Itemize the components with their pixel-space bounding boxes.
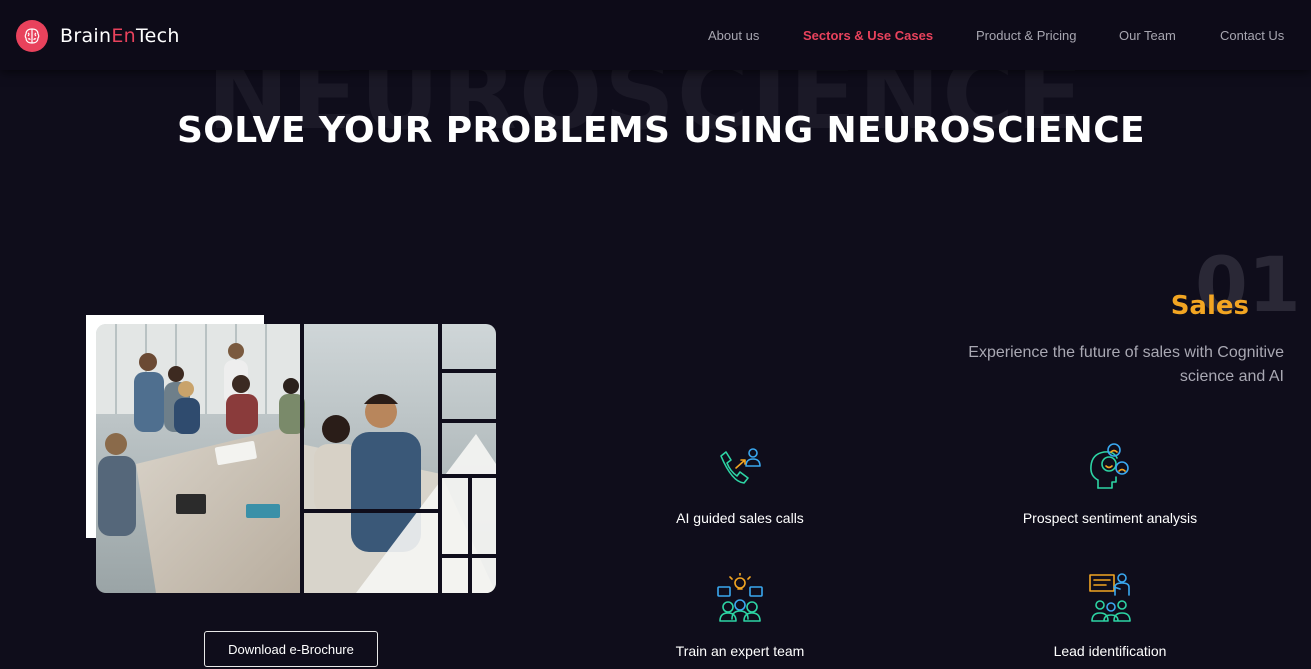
feature-label: Lead identification <box>1053 643 1167 659</box>
feature-item-train-team: Train an expert team <box>610 573 870 659</box>
team-training-icon <box>717 573 763 622</box>
brand-name: BrainEnTech <box>60 25 180 47</box>
sector-title: Sales <box>1170 291 1249 321</box>
presentation-icon <box>1089 573 1131 622</box>
nav-product-pricing[interactable]: Product & Pricing <box>976 28 1076 43</box>
nav-contact-us[interactable]: Contact Us <box>1220 28 1284 43</box>
team-meeting-photo <box>96 324 496 593</box>
feature-item-ai-sales-calls: AI guided sales calls <box>610 440 870 526</box>
feature-label: Train an expert team <box>675 643 805 659</box>
brain-logo-icon <box>16 20 48 52</box>
feature-label: AI guided sales calls <box>676 510 804 526</box>
page-headline: SOLVE YOUR PROBLEMS USING NEUROSCIENCE <box>176 110 1146 151</box>
phone-call-icon <box>720 448 761 484</box>
nav-sectors-use-cases[interactable]: Sectors & Use Cases <box>803 28 933 43</box>
feature-item-sentiment-analysis: Prospect sentiment analysis <box>980 440 1240 526</box>
sentiment-faces-icon <box>1090 443 1129 489</box>
brand-logo[interactable]: BrainEnTech <box>16 20 180 52</box>
download-brochure-button[interactable]: Download e-Brochure <box>204 631 378 667</box>
sector-description: Experience the future of sales with Cogn… <box>968 344 1284 385</box>
nav-our-team[interactable]: Our Team <box>1119 28 1176 43</box>
top-navbar: BrainEnTech About us Sectors & Use Cases… <box>0 0 1311 70</box>
feature-label: Prospect sentiment analysis <box>1022 510 1198 526</box>
nav-about-us[interactable]: About us <box>708 28 759 43</box>
feature-item-lead-identification: Lead identification <box>980 573 1240 659</box>
